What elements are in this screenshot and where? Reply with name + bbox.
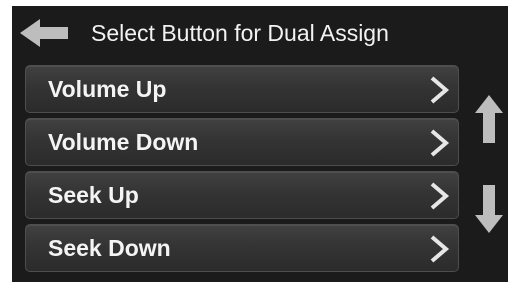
chevron-right-icon bbox=[430, 76, 450, 104]
page-title: Select Button for Dual Assign bbox=[91, 20, 389, 46]
chevron-right-icon bbox=[430, 235, 450, 263]
list-item-label: Volume Down bbox=[48, 129, 199, 155]
chevron-right-icon bbox=[430, 129, 450, 157]
arrow-down-icon bbox=[475, 185, 503, 233]
back-arrow-icon bbox=[20, 19, 68, 47]
list-item-volume-down[interactable]: Volume Down bbox=[25, 118, 459, 166]
header: Select Button for Dual Assign bbox=[12, 6, 508, 58]
list-item-label: Seek Down bbox=[48, 235, 171, 261]
chevron-right-icon bbox=[430, 182, 450, 210]
scroll-up-button[interactable] bbox=[474, 93, 504, 145]
list-item-seek-down[interactable]: Seek Down bbox=[25, 224, 459, 272]
button-list: Volume Up Volume Down Seek Up Seek Down bbox=[25, 65, 459, 277]
scroll-down-button[interactable] bbox=[474, 183, 504, 235]
list-item-label: Volume Up bbox=[48, 76, 167, 102]
list-item-seek-up[interactable]: Seek Up bbox=[25, 171, 459, 219]
back-button[interactable] bbox=[18, 17, 70, 49]
list-item-volume-up[interactable]: Volume Up bbox=[25, 65, 459, 113]
list-item-label: Seek Up bbox=[48, 182, 139, 208]
arrow-up-icon bbox=[475, 95, 503, 143]
screen: Select Button for Dual Assign Volume Up … bbox=[12, 6, 508, 282]
